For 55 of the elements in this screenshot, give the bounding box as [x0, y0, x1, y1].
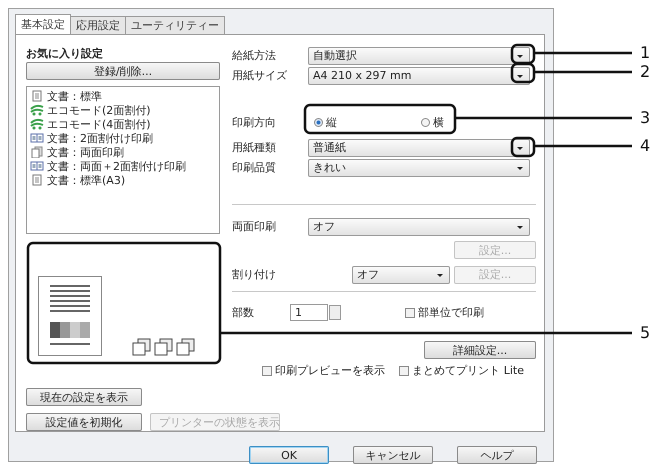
checkbox-label: まとめてプリント Lite	[412, 363, 524, 378]
checkbox-label: 印刷プレビューを表示	[275, 363, 385, 378]
callout-number: 5	[640, 323, 650, 342]
list-item[interactable]: 文書：標準(A3)	[47, 172, 126, 188]
dropdown[interactable]: オフ	[352, 266, 450, 284]
callout-number: 2	[640, 62, 650, 81]
reset-settings-button[interactable]: 設定値を初期化	[26, 413, 142, 431]
dropdown[interactable]: きれい	[308, 158, 530, 176]
list-item[interactable]: エコモード(4面割付)	[47, 116, 151, 132]
field-label: 用紙サイズ	[232, 68, 288, 83]
stacked-pages-icon	[30, 146, 44, 158]
register-delete-button[interactable]: 登録/削除...	[26, 62, 220, 80]
radio-button[interactable]	[421, 118, 430, 126]
tab[interactable]: 応用設定	[70, 16, 126, 34]
dropdown[interactable]: オフ	[308, 218, 530, 236]
copies-field[interactable]: 1	[290, 304, 328, 321]
list-item[interactable]: エコモード(2面割付)	[47, 102, 151, 118]
section-heading: お気に入り設定	[26, 46, 104, 62]
dropdown[interactable]: A4 210 x 297 mm	[308, 66, 530, 84]
tab[interactable]: ユーティリティー	[125, 16, 225, 34]
radio-label: 横	[433, 114, 444, 130]
ok-button[interactable]: OK	[249, 446, 329, 464]
checkbox[interactable]	[262, 366, 272, 376]
callout-number: 4	[640, 136, 650, 155]
two-page-icon	[30, 132, 44, 144]
advanced-settings-button[interactable]: 詳細設定...	[424, 341, 536, 359]
checkbox[interactable]	[405, 308, 415, 318]
field-label: 印刷方向	[232, 114, 277, 130]
document-icon	[30, 174, 44, 186]
checkbox[interactable]	[399, 366, 410, 376]
list-item[interactable]: 文書：標準	[47, 88, 102, 104]
radio-label: 縦	[326, 114, 337, 130]
document-icon	[30, 90, 44, 102]
field-label: 給紙方法	[232, 48, 277, 63]
callout-number: 1	[640, 43, 650, 62]
collated-copies-icon	[132, 338, 196, 356]
list-item[interactable]: 文書：両面印刷	[47, 144, 124, 160]
field-label: 両面印刷	[232, 219, 277, 234]
checkbox-label: 部単位で印刷	[418, 305, 484, 320]
help-button[interactable]: ヘルプ	[457, 446, 537, 464]
cancel-button[interactable]: キャンセル	[353, 446, 433, 464]
callout-number: 3	[640, 108, 650, 127]
two-page-icon	[30, 160, 44, 172]
field-label: 用紙種類	[232, 140, 277, 155]
field-label: 印刷品質	[232, 160, 277, 175]
list-item[interactable]: 文書：2面割付け印刷	[47, 130, 153, 146]
dropdown[interactable]: 自動選択	[308, 46, 530, 64]
list-item[interactable]: 文書：両面＋2面割付け印刷	[47, 158, 186, 174]
field-label: 部数	[232, 305, 255, 320]
radio-button[interactable]	[314, 118, 323, 126]
field-label: 割り付け	[232, 267, 277, 282]
tab[interactable]: 基本設定	[15, 14, 71, 34]
show-settings-button[interactable]: 現在の設定を表示	[26, 388, 142, 406]
favorites-list[interactable]: 文書：標準 エコモード(2面割付) エコモード(4面割付) 文書：2面割付け印刷 文書：両面印刷 文書：両面＋2面割付け印刷 文書：標準(A3)	[26, 86, 220, 234]
dropdown[interactable]: 普通紙	[308, 138, 530, 156]
